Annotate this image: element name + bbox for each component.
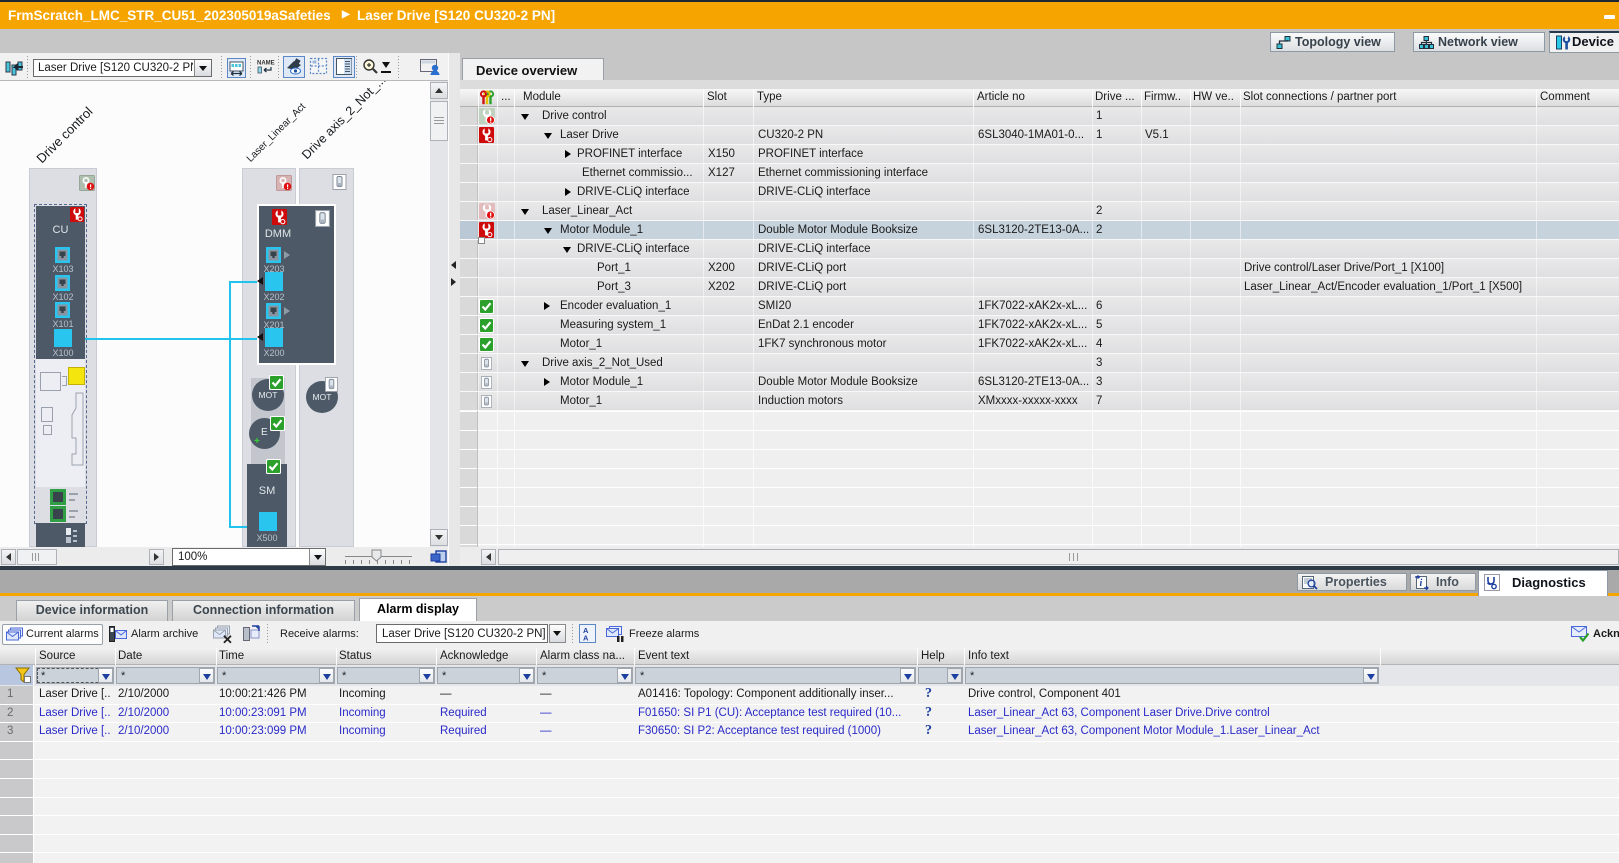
svg-text:NAME: NAME bbox=[257, 61, 275, 67]
svg-text:A: A bbox=[583, 634, 589, 642]
svg-text:i: i bbox=[1420, 578, 1423, 589]
